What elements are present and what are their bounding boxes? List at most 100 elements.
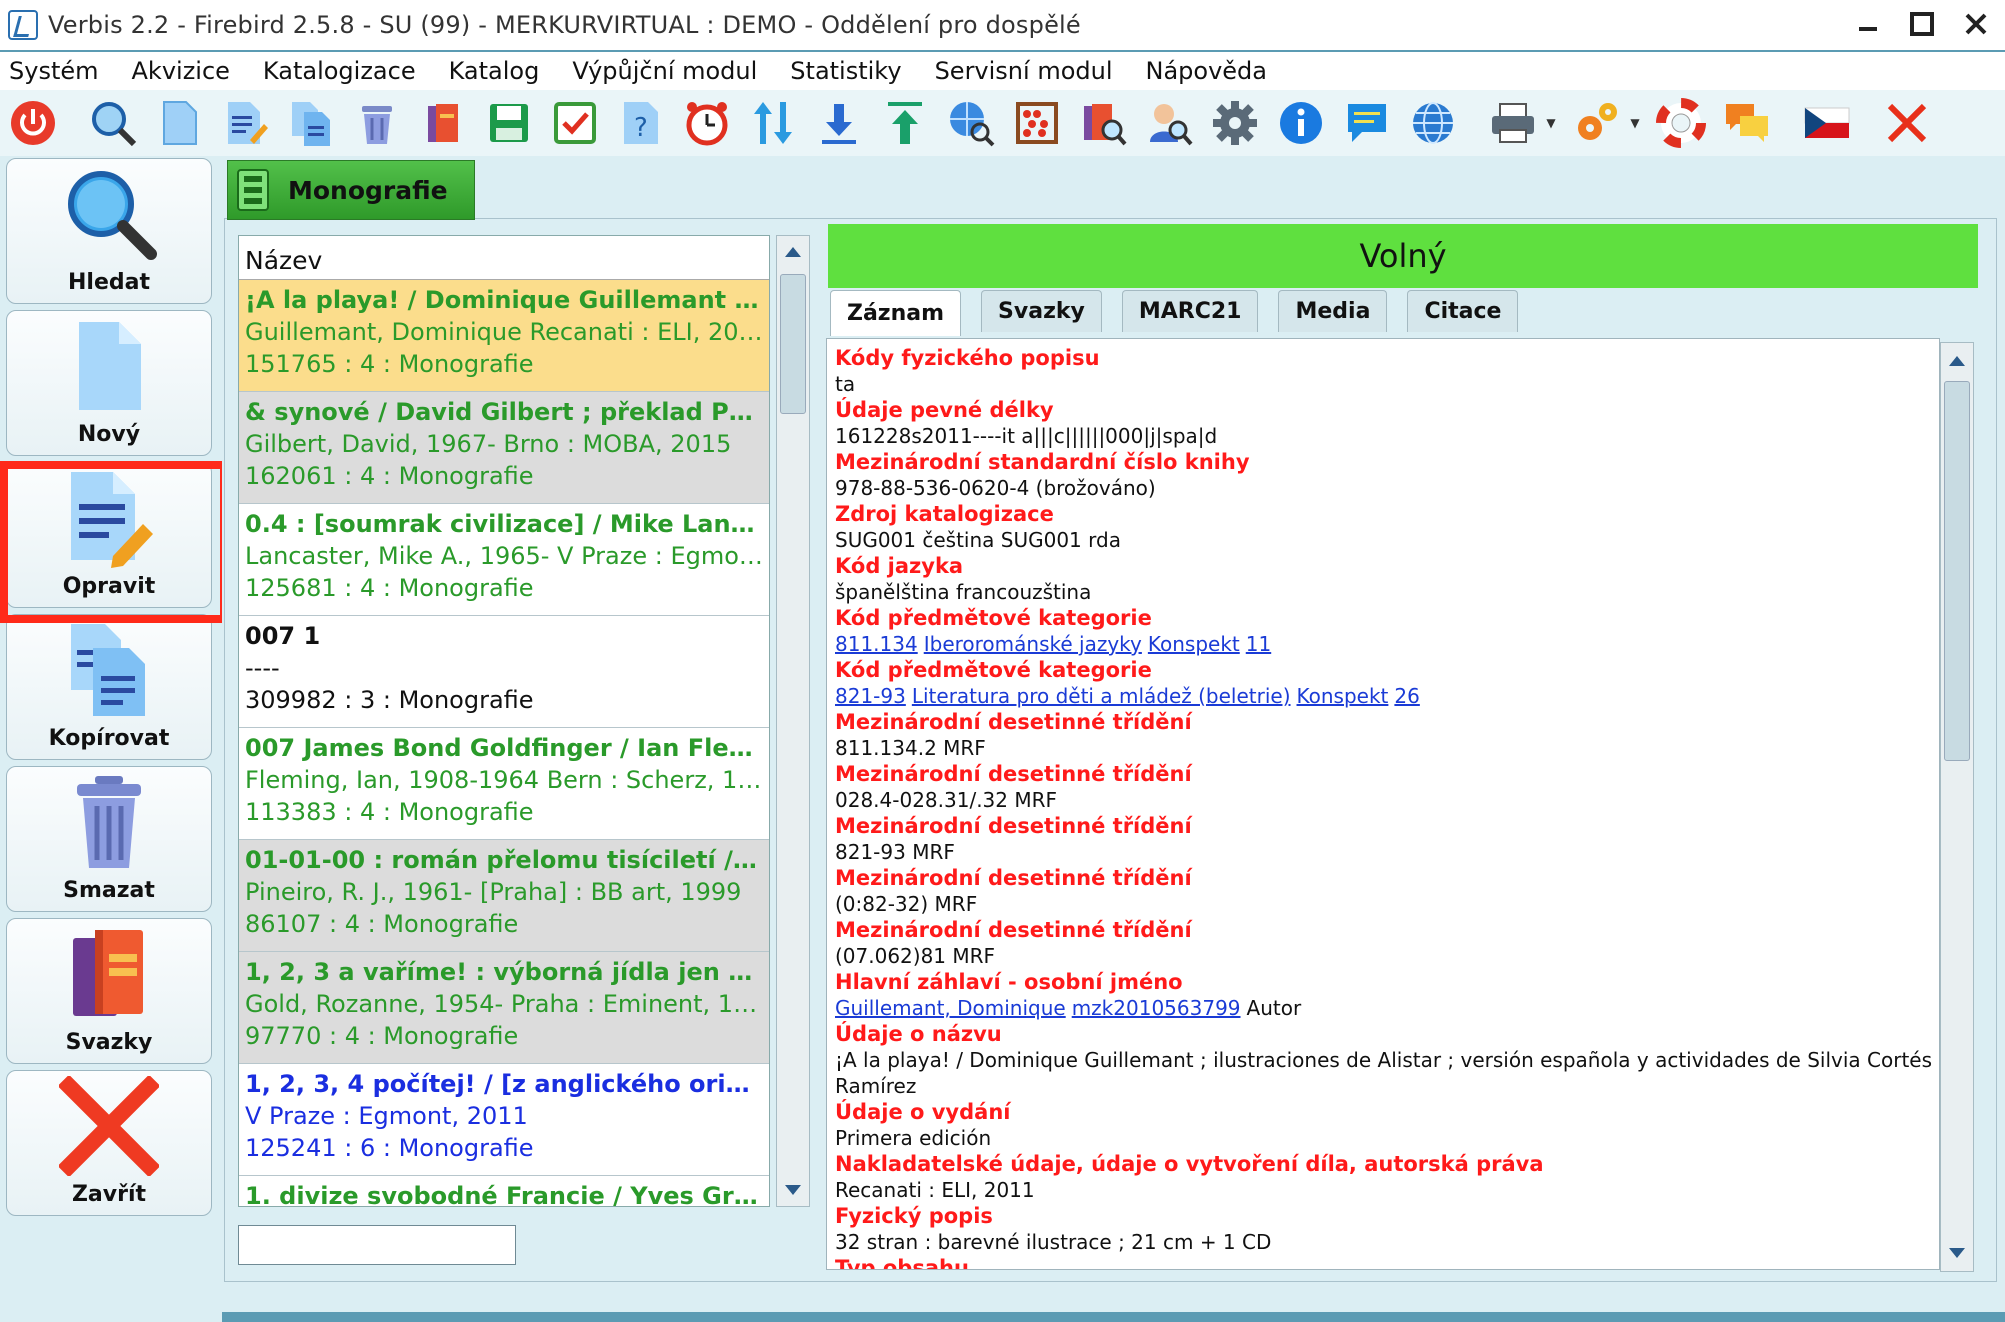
list-item[interactable]: & synové / David Gilbert ; překlad Pet..… [239,392,769,504]
toolbar-close-button[interactable] [1878,94,1936,152]
list-item-title: 1, 2, 3, 4 počítej! / [z anglického orig… [245,1070,763,1098]
detail-scrollbar[interactable] [1940,342,1974,1272]
record-link[interactable]: 811.134 [835,632,918,656]
toolbar-export-button[interactable] [876,94,934,152]
tab-media[interactable]: Media [1278,290,1388,332]
record-field-label: Nakladatelské údaje, údaje o vytvoření d… [835,1152,1544,1176]
list-item[interactable]: 1. divize svobodné Francie / Yves Gra... [239,1176,769,1206]
record-field-label: Mezinárodní desetinné třídění [835,918,1192,942]
menu-vypujcni-modul[interactable]: Výpůjční modul [563,57,771,85]
toolbar-print-button[interactable] [1484,94,1542,152]
edit-button[interactable]: Opravit [6,462,212,608]
toolbar-info-button[interactable] [1272,94,1330,152]
record-link[interactable]: Guillemant, Dominique [835,996,1066,1020]
minimize-button[interactable] [1853,6,1883,42]
list-item-author: V Praze : Egmont, 2011 [245,1102,528,1130]
lifebuoy-icon [1656,98,1706,148]
list-item-title: 0.4 : [soumrak civilizace] / Mike Lanc..… [245,510,763,538]
print-dropdown-arrow[interactable]: ▼ [1542,94,1560,152]
toolbar-volumes-button[interactable] [414,94,472,152]
record-field-value: 978-88-536-0620-4 (brožováno) [835,476,1156,500]
record-link[interactable]: Konspekt [1148,632,1240,656]
list-item[interactable]: 007 1 ---- 309982 : 3 : Monografie [239,616,769,728]
tab-citace[interactable]: Citace [1407,290,1519,332]
close-window-button[interactable] [1961,6,1991,42]
message-icon [1348,104,1386,142]
list-header-nazev[interactable]: Název [239,236,769,280]
toolbar-import-button[interactable] [810,94,868,152]
menu-katalogizace[interactable]: Katalogizace [254,57,430,85]
toolbar-tools-button[interactable] [1568,94,1626,152]
toolbar-message-button[interactable] [1338,94,1396,152]
toolbar-alarm-button[interactable] [678,94,736,152]
list-item[interactable]: ¡A la playa! / Dominique Guillemant ; il… [239,280,769,392]
list-item[interactable]: 0.4 : [soumrak civilizace] / Mike Lanc..… [239,504,769,616]
menu-napoveda[interactable]: Nápověda [1137,57,1282,85]
record-link[interactable]: 26 [1394,684,1419,708]
toolbar-settings-button[interactable] [1206,94,1264,152]
menu-katalog[interactable]: Katalog [440,57,554,85]
list-scrollbar[interactable] [776,235,810,1207]
menu-servisni-modul[interactable]: Servisní modul [926,57,1127,85]
record-list[interactable]: Název ¡A la playa! / Dominique Guilleman… [238,235,770,1207]
record-field-label: Mezinárodní standardní číslo knihy [835,450,1250,474]
toolbar-help-document-button[interactable]: ? [612,94,670,152]
delete-button[interactable]: Smazat [6,766,212,912]
toolbar-delete-button[interactable] [348,94,406,152]
menu-akvizice[interactable]: Akvizice [123,57,244,85]
tab-monografie[interactable]: Monografie [227,160,475,220]
toolbar-abacus-button[interactable] [1008,94,1066,152]
detail-scroll-thumb[interactable] [1944,381,1970,761]
maximize-button[interactable] [1907,6,1937,42]
detail-scroll-down-arrow[interactable] [1941,1237,1973,1269]
list-item[interactable]: 01-01-00 : román přelomu tisíciletí / ..… [239,840,769,952]
chat-bubbles-icon [1726,104,1768,142]
record-link[interactable]: Literatura pro děti a mládež (beletrie) [912,684,1291,708]
toolbar-web-button[interactable] [1404,94,1462,152]
copy-button[interactable]: Kopírovat [6,614,212,760]
volumes-button[interactable]: Svazky [6,918,212,1064]
tab-svazky[interactable]: Svazky [981,290,1102,332]
record-link[interactable]: Konspekt [1297,684,1389,708]
new-button-label: Nový [77,422,141,447]
quick-search-input[interactable] [238,1225,516,1265]
toolbar-copy-button[interactable] [282,94,340,152]
scroll-up-arrow[interactable] [777,236,809,268]
toolbar-power-button[interactable] [4,94,62,152]
toolbar-save-button[interactable] [480,94,538,152]
list-item-id: 125241 : 6 : Monografie [245,1134,534,1162]
toolbar-book-search-button[interactable] [1074,94,1132,152]
help-document-icon: ? [624,102,658,144]
menu-system[interactable]: Systém [0,57,113,85]
detail-scroll-up-arrow[interactable] [1941,345,1973,377]
tab-marc21[interactable]: MARC21 [1121,290,1259,332]
list-item[interactable]: 1, 2, 3, 4 počítej! / [z anglického orig… [239,1064,769,1176]
record-field-links: Guillemant, Dominique mzk2010563799 Autor [835,995,1939,1021]
menu-statistiky[interactable]: Statistiky [781,57,915,85]
list-item-title: 1, 2, 3 a vaříme! : výborná jídla jen ze… [245,958,763,986]
toolbar-web-search-button[interactable] [942,94,1000,152]
toolbar-search-button[interactable] [84,94,142,152]
toolbar-new-button[interactable] [150,94,208,152]
list-item[interactable]: 007 James Bond Goldfinger / Ian Flemi...… [239,728,769,840]
toolbar-user-search-button[interactable] [1140,94,1198,152]
globe-search-icon [950,102,995,147]
tools-dropdown-arrow[interactable]: ▼ [1626,94,1644,152]
tab-zaznam[interactable]: Záznam [830,290,962,336]
list-item[interactable]: 1, 2, 3 a vaříme! : výborná jídla jen ze… [239,952,769,1064]
record-link[interactable]: 821-93 [835,684,906,708]
record-link[interactable]: mzk2010563799 [1072,996,1241,1020]
record-link[interactable]: 11 [1246,632,1271,656]
toolbar-language-button[interactable] [1798,94,1856,152]
toolbar-chat-button[interactable] [1718,94,1776,152]
new-button[interactable]: Nový [6,310,212,456]
toolbar-sort-button[interactable] [744,94,802,152]
close-button[interactable]: Zavřít [6,1070,212,1216]
toolbar-help-button[interactable] [1652,94,1710,152]
search-button[interactable]: Hledat [6,158,212,304]
scroll-down-arrow[interactable] [777,1174,809,1206]
toolbar-check-button[interactable] [546,94,604,152]
toolbar-edit-button[interactable] [216,94,274,152]
record-link[interactable]: Iberorománské jazyky [924,632,1142,656]
list-scroll-thumb[interactable] [780,274,806,414]
